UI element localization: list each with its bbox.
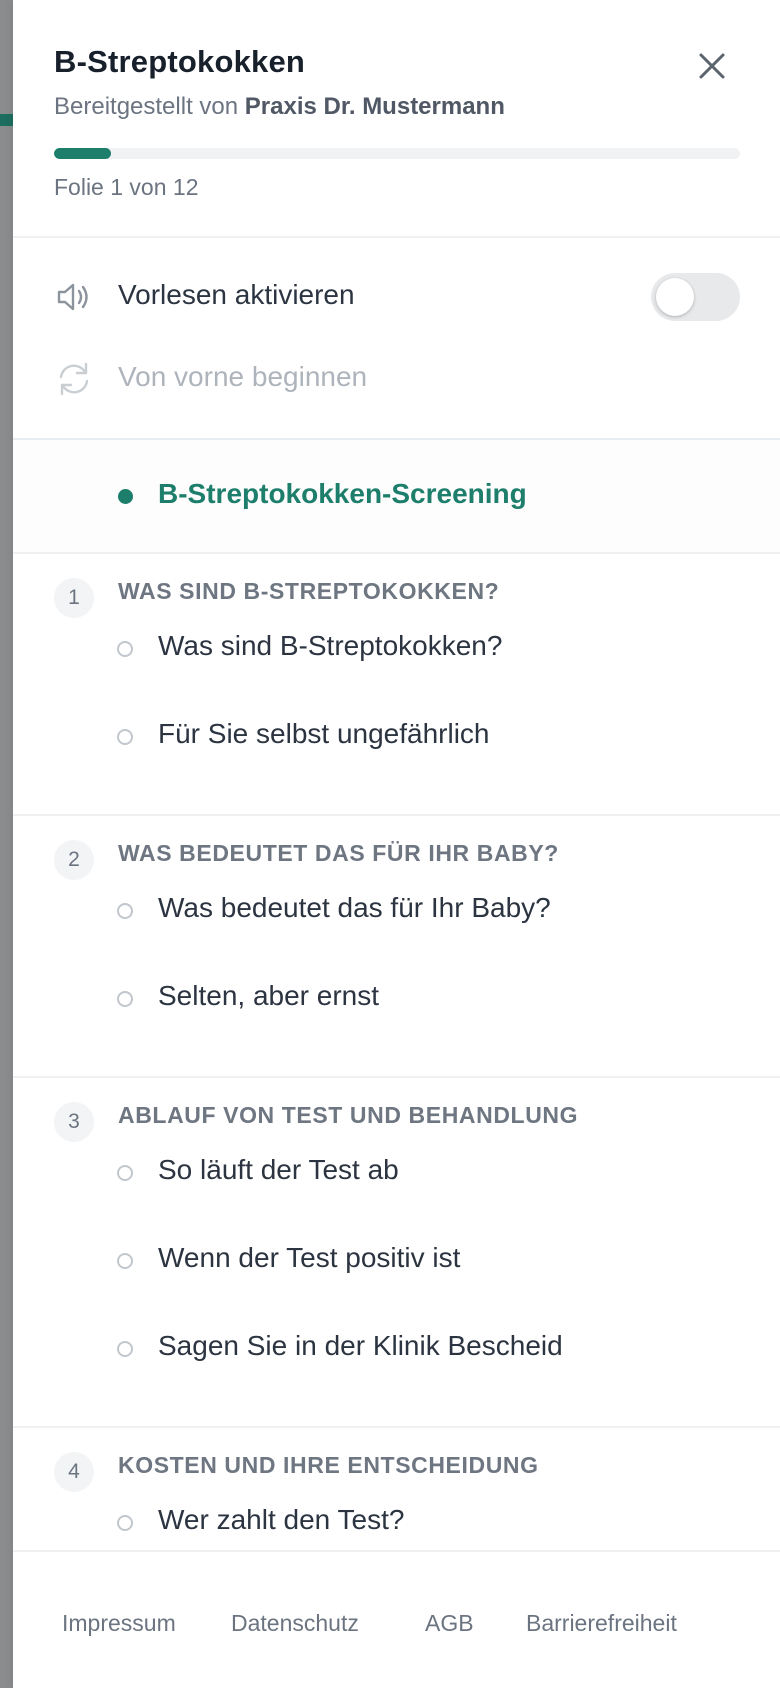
slide-item-label: So läuft der Test ab [158, 1154, 399, 1185]
read-aloud-toggle[interactable] [651, 273, 740, 321]
speaker-icon [57, 283, 88, 311]
page-title: B-Streptokokken [54, 44, 306, 79]
slide-bullet [117, 729, 133, 745]
progress-bar [54, 148, 740, 159]
options-section: Vorlesen aktivieren Von vorne beginnen [13, 238, 780, 440]
slide-item[interactable]: So läuft der Test ab [13, 1140, 780, 1210]
section-title: KOSTEN UND IHRE ENTSCHEIDUNG [118, 1452, 539, 1478]
slide-list: B-Streptokokken-Screening 1 WAS SIND B-S… [13, 440, 780, 1550]
footer: Impressum Datenschutz AGB Barrierefreihe… [13, 1550, 780, 1688]
slide-item-label: Sagen Sie in der Klinik Bescheid [158, 1330, 563, 1361]
section-3: 3 ABLAUF VON TEST UND BEHANDLUNG So läuf… [13, 1078, 780, 1428]
slide-counter: Folie 1 von 12 [54, 174, 199, 200]
slide-item-label: Was bedeutet das für Ihr Baby? [158, 892, 551, 923]
slide-bullet [117, 1341, 133, 1357]
slide-bullet [117, 1253, 133, 1269]
section-number: 4 [54, 1452, 94, 1492]
slide-bullet [117, 903, 133, 919]
slide-item-label: Wenn der Test positiv ist [158, 1242, 461, 1273]
slide-item-label: Selten, aber ernst [158, 980, 380, 1011]
app-screen: B-Streptokokken Bereitgestellt von Praxi… [0, 0, 780, 1688]
slide-item[interactable]: Wer zahlt den Test? [13, 1490, 780, 1550]
section-number: 1 [54, 578, 94, 618]
slide-item[interactable]: Sagen Sie in der Klinik Bescheid [13, 1316, 780, 1386]
read-aloud-row[interactable]: Vorlesen aktivieren [13, 262, 780, 332]
section-1: 1 WAS SIND B-STREPTOKOKKEN? Was sind B-S… [13, 554, 780, 816]
section-number: 2 [54, 840, 94, 880]
close-icon [699, 53, 725, 79]
slide-bullet [117, 1165, 133, 1181]
page-backdrop[interactable] [0, 0, 13, 1688]
slide-item-label: Wer zahlt den Test? [158, 1504, 405, 1535]
footer-link-impressum[interactable]: Impressum [62, 1610, 176, 1637]
slide-item-label: Was sind B-Streptokokken? [158, 630, 503, 661]
close-button[interactable] [692, 46, 732, 86]
slide-item[interactable]: Wenn der Test positiv ist [13, 1228, 780, 1298]
refresh-icon [59, 362, 89, 396]
section-title: WAS BEDEUTET DAS FÜR IHR BABY? [118, 840, 559, 866]
section-title: ABLAUF VON TEST UND BEHANDLUNG [118, 1102, 579, 1128]
restart-label: Von vorne beginnen [118, 361, 368, 392]
slide-navigation-panel: B-Streptokokken Bereitgestellt von Praxi… [13, 0, 780, 1688]
section-title: WAS SIND B-STREPTOKOKKEN? [118, 578, 500, 604]
provider-prefix: Bereitgestellt von [54, 93, 245, 120]
current-slide-dot [118, 489, 133, 504]
progress-fill [54, 148, 112, 159]
footer-link-datenschutz[interactable]: Datenschutz [231, 1610, 359, 1637]
footer-link-agb[interactable]: AGB [425, 1610, 474, 1637]
slide-bullet [117, 641, 133, 657]
slide-bullet [117, 991, 133, 1007]
slide-item-current[interactable]: B-Streptokokken-Screening [13, 440, 780, 554]
slide-item[interactable]: Was sind B-Streptokokken? [13, 616, 780, 686]
restart-row[interactable]: Von vorne beginnen [13, 344, 780, 414]
footer-link-barrierefreiheit[interactable]: Barrierefreiheit [526, 1610, 677, 1637]
backdrop-accent [0, 114, 13, 126]
read-aloud-label: Vorlesen aktivieren [118, 279, 355, 310]
current-slide-label: B-Streptokokken-Screening [158, 478, 527, 509]
slide-item[interactable]: Was bedeutet das für Ihr Baby? [13, 878, 780, 948]
toggle-knob [656, 278, 694, 316]
section-2: 2 WAS BEDEUTET DAS FÜR IHR BABY? Was bed… [13, 816, 780, 1078]
slide-item-label: Für Sie selbst ungefährlich [158, 718, 490, 749]
slide-item[interactable]: Selten, aber ernst [13, 966, 780, 1036]
section-4: 4 KOSTEN UND IHRE ENTSCHEIDUNG Wer zahlt… [13, 1428, 780, 1550]
provider-name: Praxis Dr. Mustermann [244, 93, 505, 120]
panel-header: B-Streptokokken Bereitgestellt von Praxi… [13, 0, 780, 238]
slide-bullet [117, 1515, 133, 1531]
section-number: 3 [54, 1102, 94, 1142]
slide-item[interactable]: Für Sie selbst ungefährlich [13, 704, 780, 774]
provider-line: Bereitgestellt von Praxis Dr. Mustermann [54, 93, 505, 121]
